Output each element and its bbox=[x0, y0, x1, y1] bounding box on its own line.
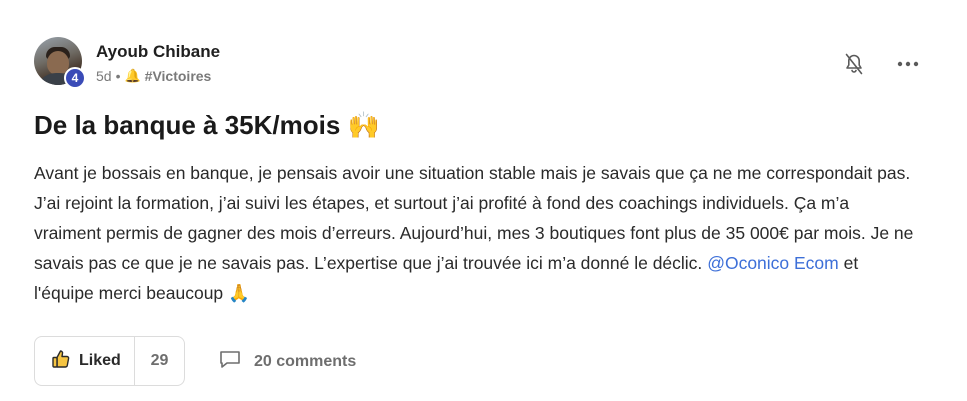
level-badge: 4 bbox=[64, 67, 86, 89]
like-button-group: Liked 29 bbox=[34, 336, 185, 386]
like-count[interactable]: 29 bbox=[135, 352, 184, 370]
thumbs-up-icon bbox=[51, 349, 71, 374]
category-link[interactable]: #Victoires bbox=[145, 68, 212, 84]
like-label: Liked bbox=[79, 352, 121, 369]
comments-label: 20 comments bbox=[254, 352, 357, 370]
post-title: De la banque à 35K/mois 🙌 bbox=[34, 110, 380, 141]
comments-button[interactable]: 20 comments bbox=[218, 349, 356, 374]
author-name[interactable]: Ayoub Chibane bbox=[96, 42, 220, 62]
bell-icon: 🔔 bbox=[124, 68, 141, 83]
mention-link[interactable]: @Oconico Ecom bbox=[707, 253, 839, 273]
more-options-icon[interactable] bbox=[896, 52, 920, 76]
post-body: Avant je bossais en banque, je pensais a… bbox=[34, 158, 914, 308]
comment-icon bbox=[218, 349, 242, 374]
post-title-text: De la banque à 35K/mois bbox=[34, 110, 341, 140]
post-time: 5d bbox=[96, 68, 112, 84]
raising-hands-icon: 🙌 bbox=[347, 110, 380, 140]
meta-separator: • bbox=[115, 68, 121, 84]
praying-hands-icon: 🙏 bbox=[228, 283, 250, 303]
like-button[interactable]: Liked bbox=[35, 337, 135, 385]
post-meta: 5d • 🔔 #Victoires bbox=[96, 68, 211, 84]
author-avatar[interactable]: 4 bbox=[34, 37, 86, 89]
mute-notifications-icon[interactable] bbox=[842, 52, 866, 76]
post-actions-top bbox=[842, 52, 920, 76]
